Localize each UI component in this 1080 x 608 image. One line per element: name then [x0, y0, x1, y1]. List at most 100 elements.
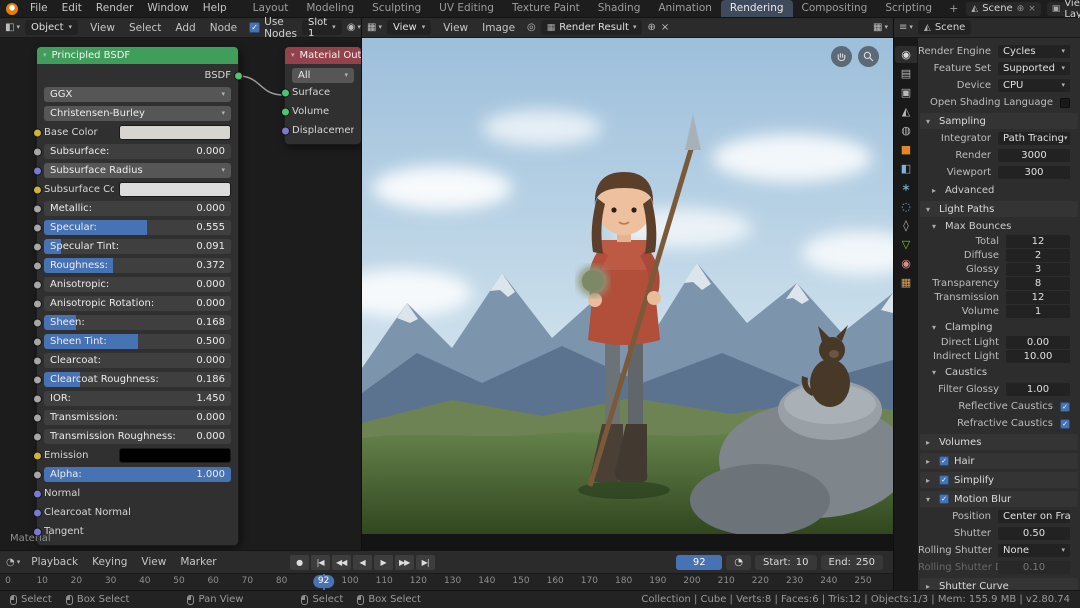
add-workspace-button[interactable]: +: [941, 0, 966, 17]
properties-tab-scene[interactable]: ◭: [895, 103, 917, 120]
input-socket-normal[interactable]: [33, 489, 42, 498]
input-socket-base-color[interactable]: [33, 128, 42, 137]
scene-new-icon[interactable]: ⊕: [1017, 4, 1025, 14]
transport-jump-to-end-button[interactable]: ▶|: [416, 555, 435, 570]
view-layer-selector[interactable]: ▣ View Layer ⊕ ×: [1047, 2, 1080, 16]
node-field-christensen-burley[interactable]: Christensen-Burley▾: [44, 106, 231, 121]
scene-unlink-icon[interactable]: ×: [1028, 4, 1036, 14]
collapse-arrow-icon[interactable]: ▾: [291, 52, 295, 59]
timeline-playhead[interactable]: 92: [323, 574, 325, 590]
workspace-tab-sculpting[interactable]: Sculpting: [363, 0, 430, 17]
preview-range-button[interactable]: ◔: [726, 555, 751, 570]
pin-icon[interactable]: ◎: [527, 22, 536, 33]
field-feature-set[interactable]: Supported▾: [998, 62, 1070, 75]
properties-tab-output[interactable]: ▤: [895, 65, 917, 82]
workspace-tab-compositing[interactable]: Compositing: [793, 0, 877, 17]
field-transparency[interactable]: 8: [1006, 277, 1070, 290]
timeline-ruler[interactable]: 0102030405060708010011012013014015016017…: [0, 573, 893, 590]
timeline-menu-view[interactable]: View: [134, 552, 173, 572]
menu-help[interactable]: Help: [196, 0, 234, 17]
properties-tab-modifiers[interactable]: ◧: [895, 160, 917, 177]
workspace-tab-shading[interactable]: Shading: [589, 0, 650, 17]
input-socket-surface[interactable]: [281, 88, 290, 97]
workspace-tab-rendering[interactable]: Rendering: [721, 0, 793, 17]
transport-play-reverse-button[interactable]: ◀: [353, 555, 372, 570]
transport-previous-keyframe-button[interactable]: ◀◀: [332, 555, 351, 570]
section-header-hair[interactable]: ▸✓Hair: [920, 453, 1078, 469]
shader-menu-node[interactable]: Node: [203, 18, 244, 38]
field-position[interactable]: Center on Frame▾: [998, 510, 1070, 523]
shader-node-canvas[interactable]: ▾ Principled BSDF BSDF GGX▾Christensen-B…: [0, 38, 361, 550]
menu-window[interactable]: Window: [140, 0, 195, 17]
checkbox-open-shading-language[interactable]: [1060, 98, 1070, 108]
shader-menu-select[interactable]: Select: [122, 18, 168, 38]
properties-tab-material[interactable]: ◉: [895, 255, 917, 272]
field-rolling-shutter-dur[interactable]: 0.10: [998, 561, 1070, 574]
zoom-icon[interactable]: [858, 46, 879, 67]
field-glossy[interactable]: 3: [1006, 263, 1070, 276]
properties-tab-object-data[interactable]: ▽: [895, 236, 917, 253]
image-editor-type-icon[interactable]: ▦ ▾: [367, 22, 382, 33]
material-slot-dropdown[interactable]: Slot 1 ▾: [302, 20, 342, 35]
menu-edit[interactable]: Edit: [55, 0, 89, 17]
field-integrator[interactable]: Path Tracing▾: [998, 132, 1070, 145]
principled-node-header[interactable]: ▾ Principled BSDF: [37, 47, 238, 64]
input-socket-sheen-tint[interactable]: [33, 337, 42, 346]
section-header-sampling[interactable]: ▾Sampling: [920, 113, 1078, 129]
workspace-tab-animation[interactable]: Animation: [649, 0, 721, 17]
node-field-specular[interactable]: Specular:0.555: [44, 220, 231, 235]
menu-render[interactable]: Render: [89, 0, 140, 17]
use-nodes-checkbox[interactable]: ✓: [249, 22, 260, 33]
input-socket-clearcoat-roughness[interactable]: [33, 375, 42, 384]
field-device[interactable]: CPU▾: [998, 79, 1070, 92]
shader-menu-view[interactable]: View: [83, 18, 122, 38]
scene-selector[interactable]: ◭ Scene ⊕ ×: [966, 2, 1041, 16]
input-socket-subsurface-color[interactable]: [33, 185, 42, 194]
material-browse-button[interactable]: ◉ ▾: [347, 22, 361, 33]
input-socket-subsurface[interactable]: [33, 147, 42, 156]
field-indirect-light[interactable]: 10.00: [1006, 350, 1070, 363]
section-header-simplify[interactable]: ▸✓Simplify: [920, 472, 1078, 488]
input-socket-anisotropic[interactable]: [33, 280, 42, 289]
properties-breadcrumb[interactable]: ◭ Scene: [918, 20, 971, 35]
input-socket-metallic[interactable]: [33, 204, 42, 213]
workspace-tab-layout[interactable]: Layout: [244, 0, 298, 17]
transport-play-button[interactable]: ▶: [374, 555, 393, 570]
input-socket-sheen[interactable]: [33, 318, 42, 327]
input-socket-tangent[interactable]: [33, 527, 42, 536]
input-socket-alpha[interactable]: [33, 470, 42, 479]
input-socket-specular[interactable]: [33, 223, 42, 232]
node-field-transmission[interactable]: Transmission:0.000: [44, 410, 231, 425]
properties-tab-constraints[interactable]: ◊: [895, 217, 917, 234]
current-frame-field[interactable]: 92: [676, 555, 722, 570]
image-menu-view[interactable]: View: [436, 18, 475, 38]
node-field-sheen[interactable]: Sheen:0.168: [44, 315, 231, 330]
pan-icon[interactable]: [831, 46, 852, 67]
workspace-tab-modeling[interactable]: Modeling: [297, 0, 363, 17]
display-channels-button[interactable]: ▦ ▾: [873, 22, 888, 33]
section-header-motion-blur[interactable]: ▾✓Motion Blur: [920, 491, 1078, 507]
transport-next-keyframe-button[interactable]: ▶▶: [395, 555, 414, 570]
frame-start-field[interactable]: Start: 10: [755, 555, 817, 570]
new-image-button[interactable]: ⊕: [647, 22, 655, 33]
properties-tab-render[interactable]: ◉: [895, 46, 917, 63]
node-color-emission[interactable]: [119, 448, 231, 463]
section-header-advanced[interactable]: ▸Advanced: [926, 182, 1080, 198]
node-field-anisotropic[interactable]: Anisotropic:0.000: [44, 277, 231, 292]
workspace-tab-scripting[interactable]: Scripting: [876, 0, 941, 17]
field-shutter[interactable]: 0.50: [998, 527, 1070, 540]
input-socket-subsurface-radius[interactable]: [33, 166, 42, 175]
image-canvas[interactable]: [362, 38, 893, 550]
node-field-sheen-tint[interactable]: Sheen Tint:0.500: [44, 334, 231, 349]
node-field-transmission-roughness[interactable]: Transmission Roughness:0.000: [44, 429, 231, 444]
shader-menu-add[interactable]: Add: [168, 18, 202, 38]
input-socket-emission[interactable]: [33, 451, 42, 460]
transport-record-button[interactable]: ●: [290, 555, 309, 570]
transport-jump-to-start-button[interactable]: |◀: [311, 555, 330, 570]
bsdf-output-socket[interactable]: [234, 71, 243, 80]
section-header-max-bounces[interactable]: ▾Max Bounces: [926, 218, 1080, 234]
properties-tab-object[interactable]: ■: [895, 141, 917, 158]
properties-tab-texture[interactable]: ▦: [895, 274, 917, 291]
properties-tab-world[interactable]: ◍: [895, 122, 917, 139]
field-render-engine[interactable]: Cycles▾: [998, 45, 1070, 58]
